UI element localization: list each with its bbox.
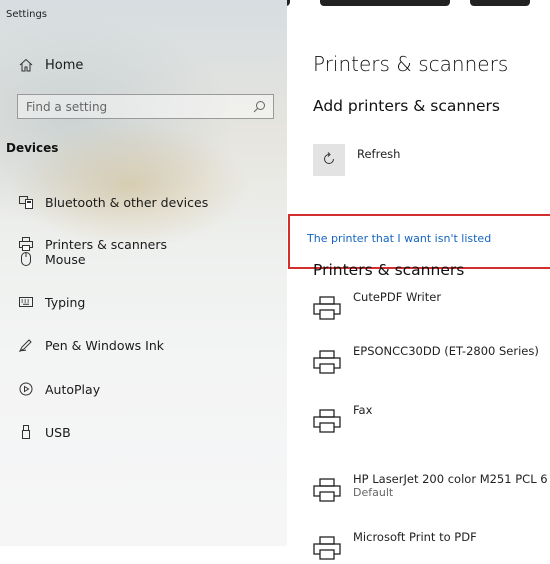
nav-home[interactable]: Home xyxy=(18,54,83,76)
printer-item-epson[interactable]: EPSONCC30DD (ET-2800 Series) xyxy=(313,344,550,378)
sidebar-item-label: Pen & Windows Ink xyxy=(45,337,165,353)
printer-item-fax[interactable]: Fax xyxy=(313,403,550,437)
printer-name: EPSONCC30DD (ET-2800 Series) xyxy=(353,344,539,358)
keyboard-icon xyxy=(18,295,33,310)
printer-icon xyxy=(313,350,341,374)
printer-item-ms-pdf[interactable]: Microsoft Print to PDF xyxy=(313,530,550,564)
bluetooth-devices-icon xyxy=(18,195,33,210)
mouse-icon xyxy=(18,252,33,267)
sidebar-item-label: Bluetooth & other devices xyxy=(45,194,209,210)
search-icon[interactable] xyxy=(252,99,267,114)
sidebar-item-usb[interactable]: USB xyxy=(18,421,71,443)
printer-icon xyxy=(313,536,341,560)
sidebar-item-label: Mouse xyxy=(45,251,86,267)
sidebar: Settings Home Devices Bluetooth & other … xyxy=(0,0,287,546)
sidebar-item-typing[interactable]: Typing xyxy=(18,291,85,313)
sidebar-item-bluetooth[interactable]: Bluetooth & other devices xyxy=(18,191,208,213)
home-icon xyxy=(18,58,33,73)
default-printer-badge: Default xyxy=(353,486,394,499)
sidebar-item-label: USB xyxy=(45,424,71,440)
add-printers-heading: Add printers & scanners xyxy=(313,97,501,115)
usb-icon xyxy=(18,425,33,440)
sidebar-item-pen[interactable]: Pen & Windows Ink xyxy=(18,334,164,356)
nav-home-label: Home xyxy=(45,57,84,73)
refresh-icon xyxy=(322,151,336,170)
search-box[interactable] xyxy=(17,94,274,119)
printer-not-listed-link[interactable]: The printer that I want isn't listed xyxy=(307,232,491,245)
section-title-devices: Devices xyxy=(6,141,59,155)
printer-name: Fax xyxy=(353,403,373,417)
printers-list-heading: Printers & scanners xyxy=(313,261,465,279)
page-title: Printers & scanners xyxy=(313,52,509,76)
printer-item-hp[interactable]: HP LaserJet 200 color M251 PCL 6 Default xyxy=(313,472,550,506)
search-input[interactable] xyxy=(26,99,252,114)
printer-name: Microsoft Print to PDF xyxy=(353,530,477,544)
sidebar-item-mouse[interactable]: Mouse xyxy=(18,248,86,270)
printer-name: CutePDF Writer xyxy=(353,290,442,304)
sidebar-item-label: Typing xyxy=(45,294,86,310)
window-title: Settings xyxy=(6,9,48,20)
fax-icon xyxy=(313,409,341,433)
autoplay-icon xyxy=(18,382,33,397)
printer-icon xyxy=(313,478,341,502)
sidebar-item-autoplay[interactable]: AutoPlay xyxy=(18,378,100,400)
printer-item-cutepdf[interactable]: CutePDF Writer xyxy=(313,290,550,324)
printer-icon xyxy=(313,296,341,320)
refresh-button[interactable] xyxy=(313,144,345,176)
pen-icon xyxy=(18,338,33,353)
refresh-label[interactable]: Refresh xyxy=(357,147,400,161)
printer-name: HP LaserJet 200 color M251 PCL 6 xyxy=(353,472,548,486)
sidebar-item-label: AutoPlay xyxy=(45,381,101,397)
